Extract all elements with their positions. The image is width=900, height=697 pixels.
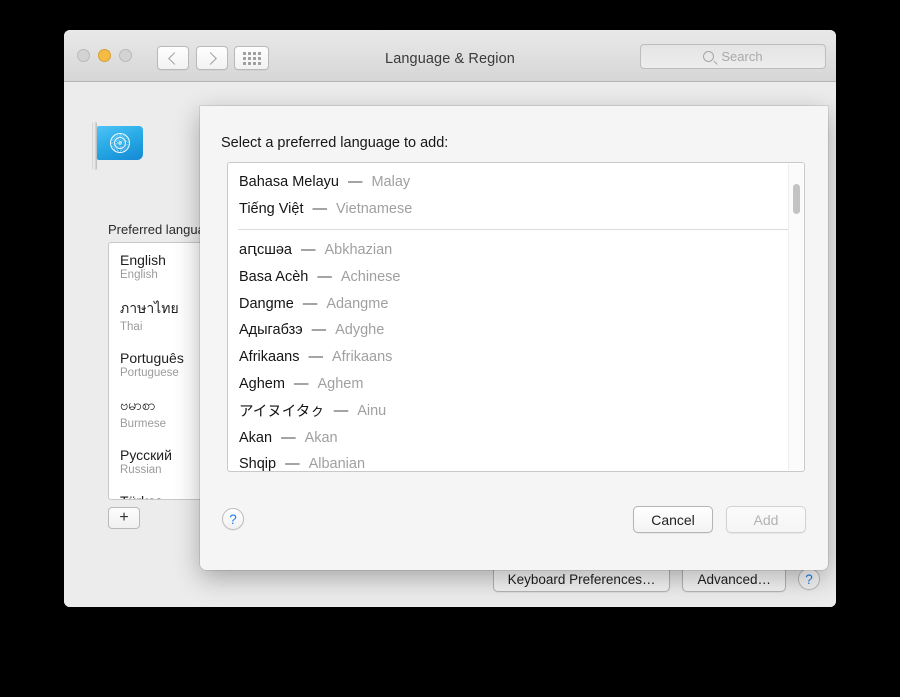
language-english-name: Achinese <box>340 268 401 285</box>
language-english-name: Aghem <box>317 375 364 392</box>
language-separator: — <box>347 174 363 191</box>
add-button: Add <box>726 506 806 533</box>
preferences-window: Language & Region Search Preferred langu… <box>64 30 836 607</box>
language-separator: — <box>300 241 316 258</box>
sheet-footer: ? Cancel Add <box>200 488 828 570</box>
list-item[interactable]: アイヌイタㇰ — Ainu <box>228 397 804 424</box>
sheet-title: Select a preferred language to add: <box>221 135 449 151</box>
language-list[interactable]: Bahasa Melayu — Malay Tiếng Việt — Vietn… <box>227 162 805 472</box>
language-separator: — <box>312 201 328 218</box>
language-english-name: Albanian <box>308 456 366 472</box>
language-native-name: Tiếng Việt <box>239 201 304 218</box>
language-native-name: аԥсшәа <box>239 241 292 258</box>
scrollbar-thumb[interactable] <box>793 184 800 214</box>
language-separator: — <box>308 349 323 366</box>
list-item[interactable]: аԥсшәа — Abkhazian <box>228 237 804 264</box>
language-native-name: Basa Acèh <box>239 268 309 285</box>
language-separator: — <box>311 322 327 339</box>
list-item[interactable]: Dangme — Adangme <box>228 290 804 317</box>
un-emblem-icon <box>110 133 130 153</box>
language-english-name: Vietnamese <box>336 201 413 218</box>
list-item[interactable]: Shqip — Albanian <box>228 451 804 472</box>
language-native-name: Shqip <box>239 456 277 472</box>
list-item[interactable]: Адыгабзэ — Adyghe <box>228 317 804 344</box>
search-icon <box>703 51 715 62</box>
list-item[interactable]: Tiếng Việt — Vietnamese <box>228 196 804 223</box>
language-native-name: Bahasa Melayu <box>239 174 339 191</box>
list-group-separator <box>238 228 794 230</box>
language-separator: — <box>281 429 296 446</box>
search-placeholder: Search <box>721 49 763 64</box>
language-native-name: Dangme <box>239 295 294 312</box>
language-english-name: Adangme <box>326 295 389 312</box>
language-native-name: Akan <box>239 429 273 446</box>
list-item[interactable]: Basa Acèh — Achinese <box>228 263 804 290</box>
list-item[interactable]: Afrikaans — Afrikaans <box>228 344 804 371</box>
language-list-inner: Bahasa Melayu — Malay Tiếng Việt — Vietn… <box>228 163 804 472</box>
list-item[interactable]: Bahasa Melayu — Malay <box>228 169 804 196</box>
search-field[interactable]: Search <box>640 44 826 69</box>
cancel-button[interactable]: Cancel <box>633 506 713 533</box>
language-english-name: Adyghe <box>335 322 385 339</box>
language-separator: — <box>317 268 332 285</box>
language-separator: — <box>285 456 300 472</box>
list-item[interactable]: Aghem — Aghem <box>228 371 804 398</box>
add-language-sheet: Select a preferred language to add: Baha… <box>200 106 828 570</box>
sheet-help-button[interactable]: ? <box>222 508 244 530</box>
language-english-name: Ainu <box>357 402 387 419</box>
add-language-button[interactable]: + <box>108 507 140 529</box>
language-native-name: アイヌイタㇰ <box>239 404 325 421</box>
language-english-name: Akan <box>304 429 338 446</box>
language-english-name: Abkhazian <box>324 241 393 258</box>
flag-cloth <box>97 126 143 160</box>
language-list-scrollbar[interactable] <box>788 164 803 470</box>
sheet-action-buttons: Cancel Add <box>633 506 806 533</box>
language-separator: — <box>302 295 318 312</box>
language-english-name: Afrikaans <box>331 349 393 366</box>
language-native-name: Afrikaans <box>239 349 300 366</box>
help-button[interactable]: ? <box>798 568 820 590</box>
language-separator: — <box>333 402 349 419</box>
list-item[interactable]: Akan — Akan <box>228 424 804 451</box>
language-native-name: Aghem <box>239 375 285 392</box>
language-english-name: Malay <box>371 174 411 191</box>
language-native-name: Адыгабзэ <box>239 322 303 339</box>
window-titlebar: Language & Region Search <box>64 30 836 82</box>
language-separator: — <box>293 375 309 392</box>
un-flag-icon <box>89 120 147 170</box>
